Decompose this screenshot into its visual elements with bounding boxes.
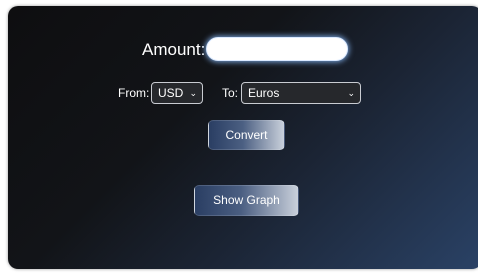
from-currency-value: USD — [158, 86, 184, 100]
amount-row: Amount: — [8, 36, 478, 64]
amount-label: Amount: — [142, 40, 206, 59]
from-currency-select[interactable]: USD ⌄ — [151, 82, 203, 104]
to-currency-select[interactable]: Euros ⌄ — [241, 82, 361, 104]
chevron-down-icon: ⌄ — [347, 88, 355, 98]
currency-row: From: USD ⌄ To: Euros ⌄ — [8, 82, 478, 104]
from-label: From: — [118, 86, 150, 100]
show-graph-button[interactable]: Show Graph — [194, 185, 299, 216]
to-label: To: — [222, 86, 239, 100]
converter-panel: Amount: From: USD ⌄ To: Euros ⌄ Convert … — [8, 6, 478, 269]
convert-button[interactable]: Convert — [208, 120, 285, 150]
to-currency-value: Euros — [248, 86, 280, 100]
amount-input[interactable] — [206, 37, 348, 61]
chevron-down-icon: ⌄ — [189, 88, 197, 98]
